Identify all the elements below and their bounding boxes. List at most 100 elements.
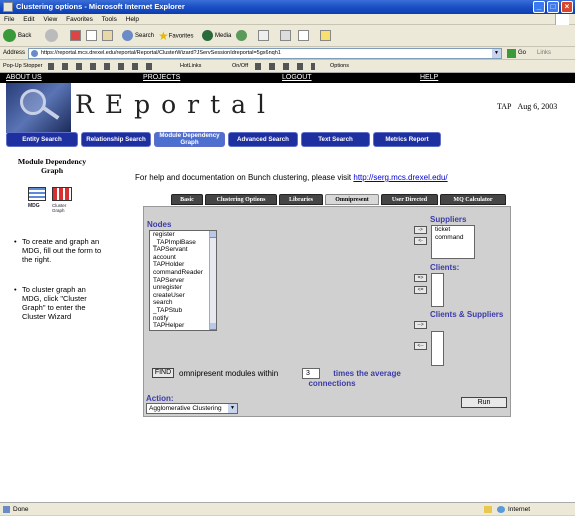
scroll-down-icon[interactable]: [210, 323, 216, 330]
print-button[interactable]: [280, 29, 291, 43]
forward-arrow-icon: [45, 29, 58, 42]
nav-projects[interactable]: PROJECTS: [143, 73, 180, 83]
messenger-icon: [320, 29, 331, 41]
search-button[interactable]: Search: [122, 29, 154, 43]
options-button[interactable]: Options: [330, 60, 349, 73]
menu-view[interactable]: View: [43, 16, 57, 23]
forward-button[interactable]: [45, 29, 60, 43]
back-button[interactable]: Back: [3, 29, 31, 43]
nodes-listbox[interactable]: register _TAPImplBase TAPServant account TAP…: [149, 230, 217, 331]
list-item[interactable]: TAPHolder: [153, 261, 216, 269]
remove-supplier-button[interactable]: <-: [414, 237, 427, 245]
home-button[interactable]: [102, 29, 113, 43]
subtab-mq-calculator[interactable]: MQ Calculator: [440, 194, 506, 205]
list-item[interactable]: ticket: [435, 226, 474, 234]
mdg-cluster-icon[interactable]: MDG Cluster Graph: [28, 187, 74, 214]
nodes-list: register _TAPImplBase TAPServant account TAP…: [153, 231, 216, 331]
windows-logo-icon: [555, 14, 569, 25]
popup-toolbar-icons-2[interactable]: [255, 63, 315, 70]
list-item[interactable]: unregister: [153, 284, 216, 292]
list-item[interactable]: TAPServer: [153, 277, 216, 285]
list-item[interactable]: TAPServant: [153, 246, 216, 254]
menu-edit[interactable]: Edit: [23, 16, 34, 23]
find-button[interactable]: FIND: [152, 368, 174, 378]
menu-help[interactable]: Help: [126, 16, 139, 23]
help-link[interactable]: http://serg.mcs.drexel.edu/: [353, 173, 447, 182]
add-supplier-button[interactable]: ->: [414, 226, 427, 234]
page-content: ABOUT US PROJECTS LOGOUT HELP REportal T…: [0, 73, 575, 502]
messenger-button[interactable]: [320, 29, 331, 43]
refresh-button[interactable]: [86, 29, 97, 43]
subtab-omnipresent[interactable]: Omnipresent: [325, 194, 379, 205]
list-item[interactable]: createUser: [153, 292, 216, 300]
nav-about-us[interactable]: ABOUT US: [6, 73, 42, 83]
address-url: https://reportal.mcs.drexel.edu/reportal…: [41, 50, 281, 56]
maximize-button[interactable]: □: [547, 1, 559, 13]
links-label[interactable]: Links: [537, 47, 551, 60]
media-button[interactable]: Media: [202, 29, 231, 43]
popup-stopper-bar: Pop-Up Stopper HotLinks On/Off Options: [0, 60, 575, 73]
address-input[interactable]: https://reportal.mcs.drexel.edu/reportal…: [28, 48, 502, 59]
current-date: Aug 6, 2003: [517, 102, 558, 111]
action-select[interactable]: Agglomerative Clustering ▼: [146, 403, 238, 414]
scroll-up-icon[interactable]: [210, 231, 216, 238]
stop-button[interactable]: [70, 29, 81, 43]
tab-module-dependency-graph[interactable]: Module Dependency Graph: [154, 132, 225, 147]
list-item[interactable]: account: [153, 254, 216, 262]
list-item[interactable]: commandReader: [153, 269, 216, 277]
tab-relationship-search[interactable]: Relationship Search: [81, 132, 151, 147]
tab-text-search[interactable]: Text Search: [301, 132, 370, 147]
run-button[interactable]: Run: [461, 397, 507, 408]
list-item[interactable]: _TAPImplBase: [153, 239, 216, 247]
chevron-down-icon[interactable]: ▼: [492, 49, 501, 58]
page-icon: [31, 50, 38, 57]
history-button[interactable]: [236, 29, 249, 43]
list-item[interactable]: register: [153, 231, 216, 239]
minimize-button[interactable]: _: [533, 1, 545, 13]
subtab-clustering-options[interactable]: Clustering Options: [205, 194, 277, 205]
close-button[interactable]: ×: [561, 1, 573, 13]
onoff-button[interactable]: On/Off: [232, 60, 248, 73]
edit-button[interactable]: [298, 29, 309, 43]
subtab-basic[interactable]: Basic: [171, 194, 203, 205]
list-item[interactable]: _TAPStub: [153, 307, 216, 315]
cluster-graph-label: Cluster Graph: [52, 203, 67, 213]
popup-toolbar-icons[interactable]: [48, 63, 158, 70]
clients-listbox[interactable]: [431, 273, 444, 307]
go-button[interactable]: Go: [518, 47, 526, 60]
suppliers-label: Suppliers: [430, 215, 467, 224]
remove-client-button[interactable]: <=: [414, 286, 427, 294]
nav-help[interactable]: HELP: [420, 73, 438, 83]
tab-entity-search[interactable]: Entity Search: [6, 132, 78, 147]
subtab-libraries[interactable]: Libraries: [279, 194, 323, 205]
hotlinks-button[interactable]: HotLinks: [180, 60, 201, 73]
chevron-down-icon[interactable]: ▼: [228, 404, 237, 413]
menu-file[interactable]: File: [4, 16, 14, 23]
menu-tools[interactable]: Tools: [102, 16, 117, 23]
clients-suppliers-listbox[interactable]: [431, 331, 444, 366]
favorites-button[interactable]: ★Favorites: [158, 29, 193, 43]
tab-metrics-report[interactable]: Metrics Report: [373, 132, 441, 147]
action-panel: Action: Agglomerative Clustering ▼ Run: [143, 393, 511, 417]
back-arrow-icon: [3, 29, 16, 42]
add-client-supplier-button[interactable]: -->: [414, 321, 427, 329]
subtab-user-directed[interactable]: User Directed: [381, 194, 438, 205]
suppliers-listbox[interactable]: ticket command: [431, 225, 475, 259]
action-label: Action:: [146, 394, 174, 403]
nav-logout[interactable]: LOGOUT: [282, 73, 312, 83]
remove-client-supplier-button[interactable]: <--: [414, 342, 427, 350]
search-label: Search: [135, 33, 155, 39]
list-item[interactable]: command: [435, 234, 474, 242]
sidebar-bullet-create: To create and graph an MDG, fill out the…: [14, 237, 104, 264]
stop-icon: [70, 29, 81, 41]
menu-favorites[interactable]: Favorites: [66, 16, 93, 23]
tab-advanced-search[interactable]: Advanced Search: [228, 132, 298, 147]
list-item[interactable]: TAPHelper: [153, 322, 216, 330]
nodes-scrollbar[interactable]: [209, 231, 216, 330]
go-arrow-icon[interactable]: [507, 49, 516, 58]
list-item[interactable]: notify: [153, 315, 216, 323]
mail-button[interactable]: [258, 29, 269, 43]
add-client-button[interactable]: =>: [414, 274, 427, 282]
list-item[interactable]: test: [153, 330, 216, 331]
list-item[interactable]: search: [153, 299, 216, 307]
